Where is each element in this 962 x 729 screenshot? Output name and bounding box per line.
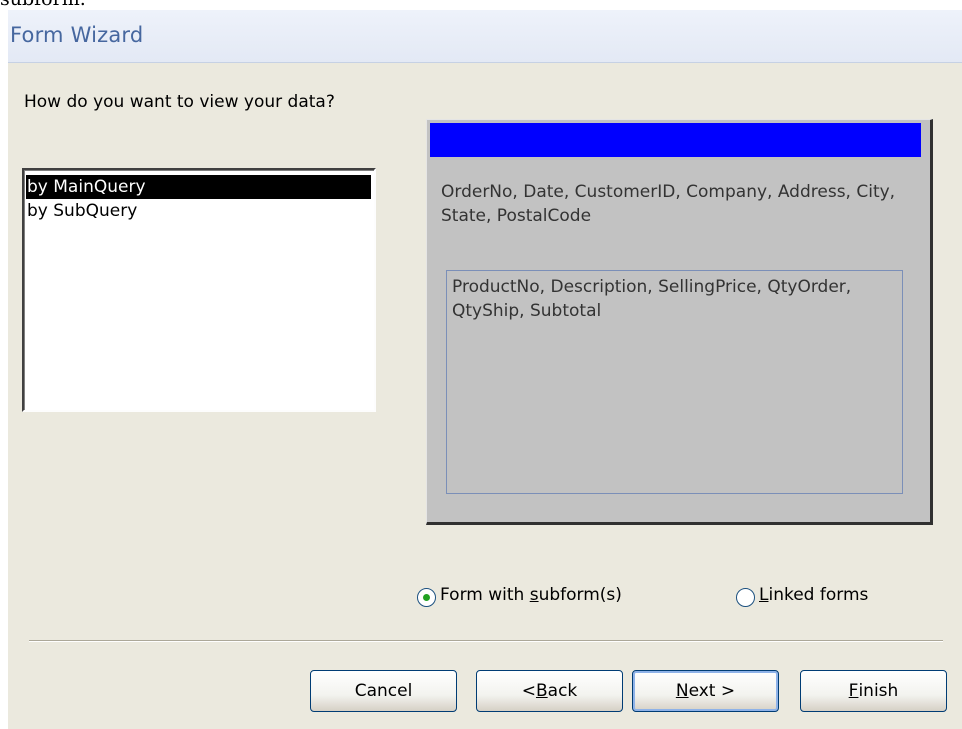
list-item-by-subquery[interactable]: by SubQuery <box>26 199 371 223</box>
button-separator <box>29 640 943 642</box>
cancel-button[interactable]: Cancel <box>310 670 457 712</box>
finish-button[interactable]: Finish <box>800 670 947 712</box>
radio-checked-icon[interactable] <box>417 588 436 607</box>
radio-linked-forms[interactable]: Linked forms <box>736 580 868 610</box>
subform-preview-box: ProductNo, Description, SellingPrice, Qt… <box>446 270 903 494</box>
radio-form-with-subforms-label: Form with subform(s) <box>440 585 622 605</box>
dialog-title: Form Wizard <box>10 23 144 47</box>
radio-unchecked-icon[interactable] <box>736 588 755 607</box>
subform-fields-text: ProductNo, Description, SellingPrice, Qt… <box>452 277 852 321</box>
cropped-document-heading: subform. <box>0 0 962 10</box>
preview-header-bar <box>430 123 921 157</box>
list-item-by-mainquery[interactable]: by MainQuery <box>26 175 371 199</box>
main-form-fields-text: OrderNo, Date, CustomerID, Company, Addr… <box>441 182 896 226</box>
next-button[interactable]: Next > <box>632 670 779 712</box>
back-button[interactable]: < Back <box>476 670 623 712</box>
view-by-listbox[interactable]: by MainQuery by SubQuery <box>22 168 376 412</box>
form-layout-preview: OrderNo, Date, CustomerID, Company, Addr… <box>426 119 933 525</box>
title-bar: Form Wizard <box>8 10 962 63</box>
cropped-heading-text: subform. <box>0 0 86 10</box>
form-wizard-dialog: Form Wizard How do you want to view your… <box>8 10 962 729</box>
view-prompt-label: How do you want to view your data? <box>24 92 335 112</box>
radio-linked-forms-label: Linked forms <box>759 585 869 605</box>
radio-form-with-subforms[interactable]: Form with subform(s) <box>417 580 622 610</box>
